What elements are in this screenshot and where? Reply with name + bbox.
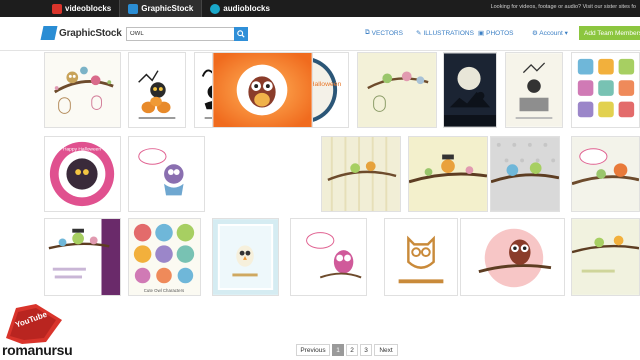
result-thumbnail[interactable] xyxy=(571,52,640,128)
audioblocks-logo-icon xyxy=(210,3,221,14)
search-box xyxy=(126,27,248,41)
videoblocks-label: videoblocks xyxy=(65,4,112,13)
result-thumbnail[interactable] xyxy=(408,136,488,212)
previous-page-button[interactable]: Previous xyxy=(296,344,330,356)
graphicstock-logo-icon xyxy=(128,3,139,14)
happy-halloween-badge-text: Happy Halloween xyxy=(63,147,101,153)
graphicstock-label: GraphicStock xyxy=(141,4,194,13)
videoblocks-link[interactable]: videoblocks xyxy=(44,0,119,17)
vectors-icon: ⧉ xyxy=(365,29,370,36)
nav-illustrations-label: ILLUSTRATIONS xyxy=(423,29,474,37)
page-3-button[interactable]: 3 xyxy=(360,344,372,356)
search-icon xyxy=(237,30,245,38)
photos-icon: ▣ xyxy=(478,30,485,37)
illustrations-icon: ✎ xyxy=(416,30,422,37)
result-thumbnail[interactable] xyxy=(212,218,279,296)
result-thumbnail[interactable]: Happy Halloween xyxy=(44,136,121,212)
nav-vectors[interactable]: ⧉ VECTORS xyxy=(365,29,403,37)
cute-owl-characters-text: Cute Owl Characters xyxy=(144,288,185,293)
sister-sites-note[interactable]: Looking for videos, footage or audio? Vi… xyxy=(491,4,636,10)
nav-illustrations[interactable]: ✎ ILLUSTRATIONS xyxy=(416,29,474,38)
result-thumbnail[interactable] xyxy=(212,52,313,128)
add-team-members-button[interactable]: Add Team Members xyxy=(579,26,640,40)
graphicstock-logo[interactable]: GraphicStock xyxy=(40,26,122,40)
account-label: Account xyxy=(539,30,563,37)
result-thumbnail[interactable] xyxy=(571,218,640,296)
nav-photos-label: PHOTOS xyxy=(486,29,514,37)
result-thumbnail[interactable] xyxy=(384,218,458,296)
result-thumbnail[interactable] xyxy=(490,136,560,212)
result-thumbnail[interactable] xyxy=(505,52,563,128)
audioblocks-label: audioblocks xyxy=(223,4,270,13)
chevron-down-icon: ▾ xyxy=(564,30,568,37)
youtube-badge-icon: YouTube xyxy=(6,304,62,344)
account-menu[interactable]: ⚙ Account ▾ xyxy=(532,29,568,37)
result-thumbnail[interactable]: Cute Owl Characters xyxy=(128,218,201,296)
next-page-button[interactable]: Next xyxy=(374,344,398,356)
graphicstock-mark-icon xyxy=(40,26,58,40)
result-thumbnail[interactable] xyxy=(128,136,205,212)
page-1-button[interactable]: 1 xyxy=(332,344,344,356)
nav-vectors-label: VECTORS xyxy=(371,29,403,37)
gear-icon: ⚙ xyxy=(532,30,538,37)
watermark-text: romanursu xyxy=(2,342,73,358)
search-button[interactable] xyxy=(234,27,248,41)
result-thumbnail[interactable] xyxy=(128,52,186,128)
page-2-button[interactable]: 2 xyxy=(346,344,358,356)
search-input[interactable] xyxy=(127,28,233,40)
result-thumbnail[interactable] xyxy=(443,52,497,128)
pagination: Previous 1 2 3 Next xyxy=(296,344,400,356)
result-thumbnail[interactable] xyxy=(44,218,121,296)
result-thumbnail[interactable] xyxy=(357,52,437,128)
top-bar: videoblocks GraphicStock audioblocks Loo… xyxy=(0,0,640,17)
result-thumbnail[interactable] xyxy=(290,218,367,296)
result-thumbnail[interactable] xyxy=(321,136,401,212)
graphicstock-link[interactable]: GraphicStock xyxy=(119,0,203,17)
result-thumbnail[interactable] xyxy=(460,218,565,296)
result-thumbnail[interactable] xyxy=(571,136,640,212)
results-grid: Happy Halloween Happy Halloween Cute Owl… xyxy=(44,52,640,302)
site-header: GraphicStock ⧉ VECTORS ✎ ILLUSTRATIONS ▣… xyxy=(0,17,640,51)
videoblocks-logo-icon xyxy=(52,3,62,14)
channel-watermark: YouTube romanursu xyxy=(2,302,98,360)
result-thumbnail[interactable] xyxy=(44,52,121,128)
nav-photos[interactable]: ▣ PHOTOS xyxy=(478,29,514,38)
logo-text: GraphicStock xyxy=(59,27,122,39)
audioblocks-link[interactable]: audioblocks xyxy=(202,0,278,17)
